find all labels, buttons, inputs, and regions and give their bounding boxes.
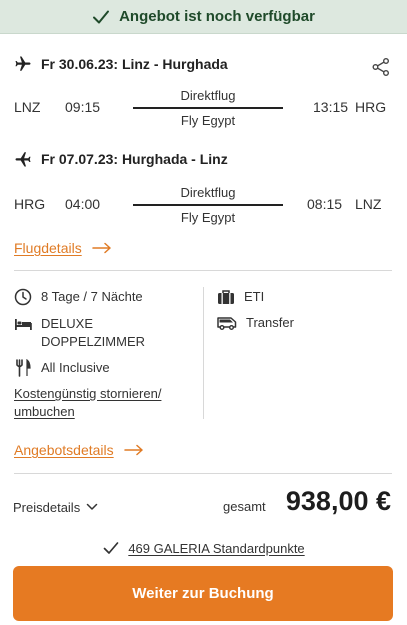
- inbound-route-line: [133, 204, 283, 206]
- outbound-route-line: [133, 107, 283, 109]
- outbound-flight-header: Fr 30.06.23: Linz - Hurghada: [14, 55, 228, 73]
- transfer-text: Transfer: [246, 315, 294, 330]
- outbound-flight-type: Direktflug: [180, 88, 236, 103]
- chevron-down-icon: [86, 498, 98, 516]
- airplane-icon: [14, 55, 32, 73]
- outbound-flight-title: Fr 30.06.23: Linz - Hurghada: [41, 56, 228, 72]
- inbound-flight-header: Fr 07.07.23: Hurghada - Linz: [14, 150, 228, 168]
- availability-text: Angebot ist noch verfügbar: [119, 8, 315, 25]
- offer-details-label[interactable]: Angebotsdetails: [14, 442, 114, 458]
- inbound-route: HRG 04:00 Direktflug Fly Egypt 08:15 LNZ: [0, 185, 407, 225]
- outbound-departure-time: 09:15: [65, 99, 101, 115]
- cutlery-icon: [14, 359, 32, 377]
- outbound-arrival-time: 13:15: [313, 99, 349, 115]
- section-divider: [14, 270, 392, 271]
- availability-banner: Angebot ist noch verfügbar: [0, 0, 407, 34]
- outbound-route: LNZ 09:15 Direktflug Fly Egypt 13:15 HRG: [0, 88, 407, 128]
- outbound-arrival-airport: HRG: [355, 99, 387, 115]
- inbound-departure-time: 04:00: [65, 196, 101, 212]
- suitcase-icon: [217, 288, 235, 306]
- bed-icon: [14, 315, 32, 333]
- inbound-departure-airport: HRG: [14, 196, 46, 212]
- inbound-arrival-airport: LNZ: [355, 196, 382, 212]
- outbound-departure-airport: LNZ: [14, 99, 41, 115]
- total-price: 938,00 €: [285, 486, 391, 516]
- offer-details-link[interactable]: Angebotsdetails: [14, 441, 144, 459]
- check-icon: [102, 539, 120, 557]
- trip-duration: 8 Tage / 7 Nächte: [14, 288, 143, 306]
- airplane-icon: [14, 150, 32, 168]
- continue-booking-button[interactable]: Weiter zur Buchung: [13, 566, 393, 621]
- arrow-right-icon: [123, 441, 144, 459]
- share-icon[interactable]: [371, 57, 391, 77]
- room-type-line1: DELUXE: [41, 316, 94, 331]
- flight-details-link[interactable]: Flugdetails: [14, 239, 112, 257]
- cancel-rebook-line1[interactable]: Kostengünstig stornieren/: [14, 385, 161, 403]
- inbound-arrival-time: 08:15: [307, 196, 343, 212]
- total-label: gesamt: [223, 499, 266, 514]
- board-type: All Inclusive: [14, 359, 110, 377]
- check-icon: [92, 8, 110, 26]
- transfer-info: Transfer: [217, 314, 294, 332]
- bus-icon: [217, 314, 237, 332]
- loyalty-points-link[interactable]: 469 GALERIA Standardpunkte: [128, 541, 304, 556]
- price-details-label[interactable]: Preisdetails: [13, 500, 80, 515]
- board-text: All Inclusive: [41, 360, 110, 375]
- room-type: DELUXE DOPPELZIMMER: [14, 315, 145, 351]
- inbound-flight-title: Fr 07.07.23: Hurghada - Linz: [41, 151, 228, 167]
- outbound-airline: Fly Egypt: [180, 113, 236, 128]
- availability-banner-content: Angebot ist noch verfügbar: [92, 8, 315, 26]
- cancel-rebook-line2[interactable]: umbuchen: [14, 403, 161, 421]
- clock-icon: [14, 288, 32, 306]
- info-column-divider: [203, 287, 204, 419]
- flight-details-label[interactable]: Flugdetails: [14, 240, 82, 256]
- operator-text: ETI: [244, 289, 265, 304]
- duration-text: 8 Tage / 7 Nächte: [41, 289, 143, 304]
- price-row: Preisdetails gesamt 938,00 €: [0, 486, 407, 522]
- price-details-toggle[interactable]: Preisdetails: [13, 498, 98, 516]
- loyalty-points: 469 GALERIA Standardpunkte: [0, 539, 407, 557]
- arrow-right-icon: [91, 239, 112, 257]
- inbound-airline: Fly Egypt: [180, 210, 236, 225]
- cancel-rebook-link[interactable]: Kostengünstig stornieren/ umbuchen: [14, 385, 161, 421]
- section-divider: [14, 473, 392, 474]
- room-type-line2: DOPPELZIMMER: [41, 334, 146, 349]
- tour-operator: ETI: [217, 288, 264, 306]
- inbound-flight-type: Direktflug: [180, 185, 236, 200]
